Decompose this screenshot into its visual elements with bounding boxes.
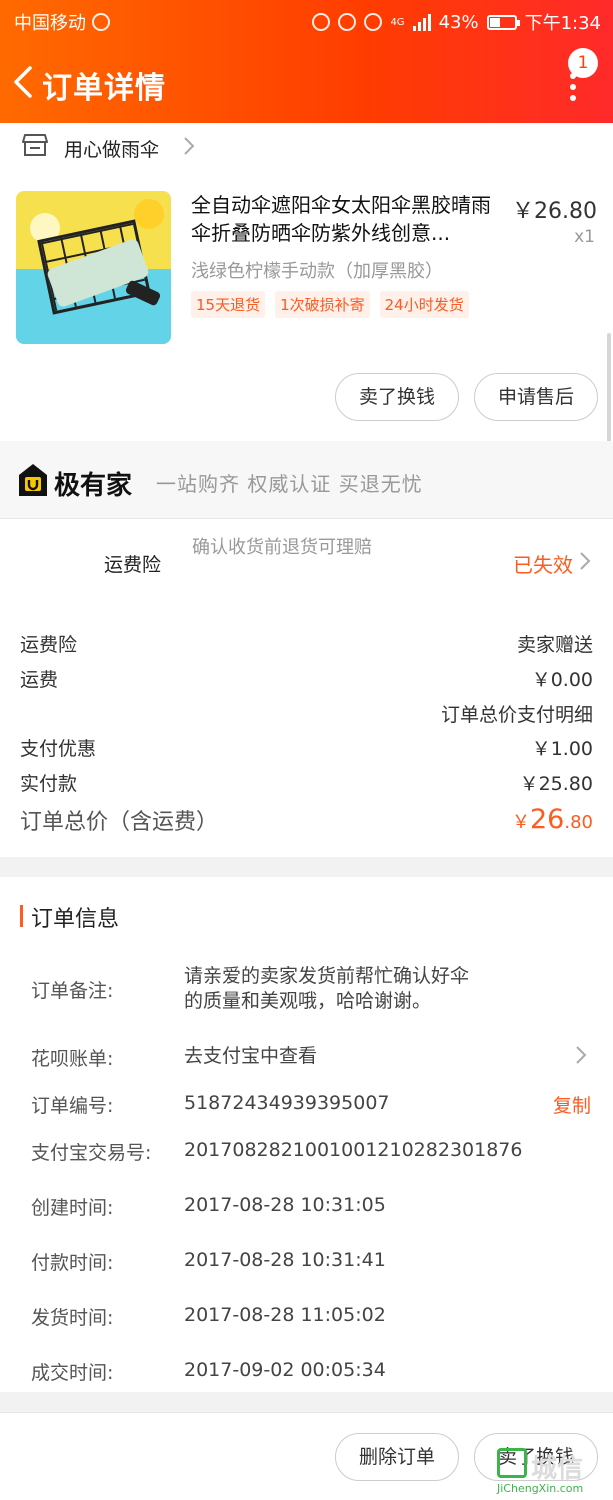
headset-icon bbox=[312, 13, 331, 31]
fee-label: 支付优惠 bbox=[20, 738, 97, 760]
info-label: 付款时间: bbox=[31, 1252, 114, 1274]
service-tag: 24小时发货 bbox=[379, 291, 469, 318]
battery-fill bbox=[489, 17, 500, 27]
payment-detail-link[interactable]: 订单总价支付明细 bbox=[441, 700, 593, 727]
order-item-card: 用心做雨伞 全自动伞遮阳伞女太阳伞黑胶晴雨伞折叠防晒伞防紫外线创意... ￥26… bbox=[0, 123, 613, 441]
info-label: 创建时间: bbox=[31, 1197, 114, 1219]
info-label: 成交时间: bbox=[31, 1362, 114, 1384]
chevron-right-icon[interactable] bbox=[182, 135, 196, 157]
fee-value: ￥25.80 bbox=[519, 773, 593, 795]
promo-banner[interactable]: 极有家 一站购齐 权威认证 买退无忧 bbox=[0, 441, 613, 519]
info-label: 发货时间: bbox=[31, 1307, 114, 1329]
insurance-status[interactable]: 已失效 bbox=[513, 549, 573, 578]
after-sale-button[interactable]: 申请售后 bbox=[474, 373, 598, 421]
app-header: 中国移动 4G 43% 下午1:34 订单详情 1 bbox=[0, 0, 613, 123]
copy-button[interactable]: 复制 bbox=[553, 1091, 591, 1118]
watermark-url: JiChengXin.com bbox=[497, 1482, 584, 1495]
signal-icon bbox=[412, 13, 431, 31]
eye-icon bbox=[364, 13, 383, 31]
order-total-label: 订单总价（含运费） bbox=[20, 810, 219, 835]
product-price: ￥26.80 bbox=[512, 199, 597, 224]
info-value: 51872434939395007 bbox=[184, 1092, 390, 1114]
info-value: 2017-08-28 10:31:41 bbox=[184, 1249, 386, 1271]
fee-label: 实付款 bbox=[20, 773, 78, 795]
carrier-label: 中国移动 bbox=[14, 13, 86, 34]
promo-name: 极有家 bbox=[54, 471, 133, 501]
fee-label: 运费险 bbox=[20, 634, 78, 656]
watermark-logo-icon bbox=[497, 1448, 527, 1478]
product-quantity: x1 bbox=[574, 227, 595, 247]
delete-order-button[interactable]: 删除订单 bbox=[335, 1433, 459, 1481]
message-badge: 1 bbox=[568, 48, 598, 78]
info-value: 请亲爱的卖家发货前帮忙确认好伞 的质量和美观哦，哈哈谢谢。 bbox=[184, 965, 470, 1012]
info-value[interactable]: 去支付宝中查看 bbox=[184, 1044, 317, 1069]
store-icon bbox=[22, 134, 48, 156]
info-value: 2017-09-02 00:05:34 bbox=[184, 1359, 386, 1381]
section-title: 订单信息 bbox=[31, 907, 120, 932]
nav-bar: 订单详情 1 bbox=[0, 45, 613, 120]
chevron-right-icon[interactable] bbox=[579, 551, 591, 571]
insurance-label: 运费险 bbox=[104, 554, 162, 576]
alarm-icon bbox=[338, 13, 357, 31]
watermark: 城信 JiChengXin.com bbox=[497, 1442, 607, 1498]
jiyoujia-logo-icon bbox=[19, 464, 47, 496]
section-accent bbox=[20, 905, 23, 927]
info-label: 花呗账单: bbox=[31, 1048, 114, 1070]
product-thumbnail[interactable] bbox=[16, 191, 171, 344]
order-info-section: 订单信息 订单备注: 请亲爱的卖家发货前帮忙确认好伞 的质量和美观哦，哈哈谢谢。 … bbox=[0, 877, 613, 1392]
insurance-desc: 确认收货前退货可理赔 bbox=[192, 537, 372, 558]
service-tag: 15天退货 bbox=[191, 291, 266, 318]
page-title: 订单详情 bbox=[42, 71, 166, 106]
sync-icon bbox=[92, 13, 110, 31]
status-bar: 中国移动 4G 43% 下午1:34 bbox=[0, 0, 613, 40]
info-value: 2017082821001001210282301876 bbox=[184, 1139, 523, 1161]
product-title[interactable]: 全自动伞遮阳伞女太阳伞黑胶晴雨伞折叠防晒伞防紫外线创意... bbox=[191, 191, 505, 247]
info-label: 订单备注: bbox=[31, 980, 114, 1002]
fee-label: 运费 bbox=[20, 669, 59, 691]
fee-value: ￥0.00 bbox=[531, 669, 593, 691]
battery-percent: 43% bbox=[438, 11, 479, 33]
service-tags: 15天退货 1次破损补寄 24小时发货 bbox=[191, 291, 469, 318]
product-sku: 浅绿色柠檬手动款（加厚黑胶） bbox=[191, 261, 443, 282]
back-arrow-icon[interactable] bbox=[10, 65, 36, 99]
watermark-text: 城信 bbox=[531, 1454, 584, 1484]
battery-icon bbox=[486, 14, 520, 30]
info-label: 订单编号: bbox=[31, 1095, 114, 1117]
sell-button[interactable]: 卖了换钱 bbox=[335, 373, 459, 421]
fee-value: ￥1.00 bbox=[531, 738, 593, 760]
network-label: 4G bbox=[390, 16, 405, 28]
fee-value: 卖家赠送 bbox=[516, 634, 593, 656]
service-tag: 1次破损补寄 bbox=[275, 291, 370, 318]
clock: 下午1:34 bbox=[524, 13, 601, 34]
info-value: 2017-08-28 11:05:02 bbox=[184, 1304, 386, 1326]
info-label: 支付宝交易号: bbox=[31, 1142, 152, 1164]
promo-slogan: 一站购齐 权威认证 买退无忧 bbox=[156, 472, 423, 496]
fee-section: 运费险 确认收货前退货可理赔 已失效 运费险 卖家赠送 运费 ￥0.00 订单总… bbox=[0, 519, 613, 857]
info-value: 2017-08-28 10:31:05 bbox=[184, 1194, 386, 1216]
shop-name[interactable]: 用心做雨伞 bbox=[64, 135, 159, 162]
chevron-right-icon[interactable] bbox=[575, 1045, 587, 1065]
order-total-value: ￥26.80 bbox=[512, 804, 593, 835]
